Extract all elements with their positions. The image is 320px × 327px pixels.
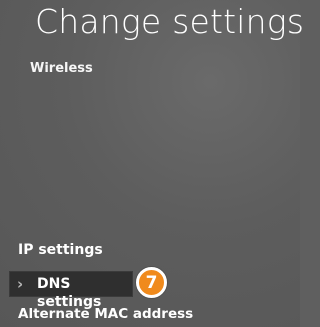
page-title: Change settings	[35, 2, 305, 41]
menu-item-dns-settings[interactable]: › DNS settings	[9, 271, 133, 310]
menu-item-alternate-mac-address[interactable]: Alternate MAC address	[18, 306, 193, 322]
menu-item-ip-settings[interactable]: IP settings	[18, 242, 103, 258]
chevron-right-icon: ›	[17, 275, 24, 293]
step-badge: 7	[136, 267, 167, 298]
network-name: Wireless	[30, 61, 93, 76]
